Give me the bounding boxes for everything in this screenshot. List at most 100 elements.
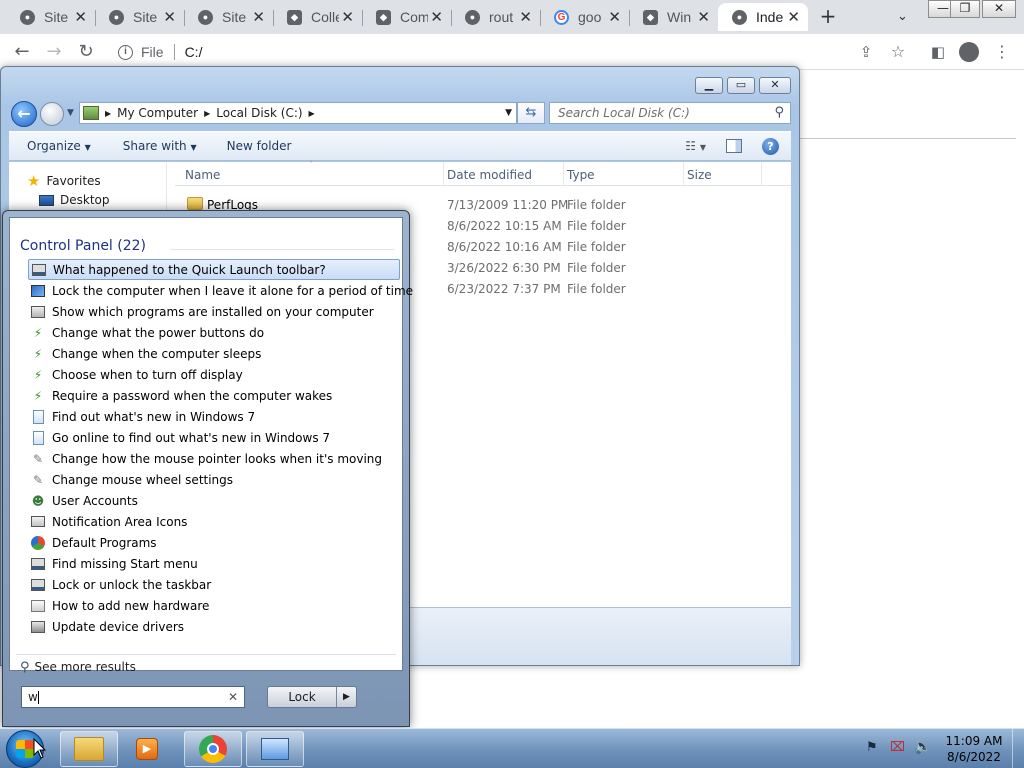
close-browser-button[interactable]: ✕ [982, 0, 1016, 18]
search-result[interactable]: ⚡ Change what the power buttons do [28, 322, 400, 343]
search-result-label: How to add new hardware [52, 598, 210, 613]
recent-pages-chevron-icon[interactable]: ▼ [67, 108, 74, 118]
column-name[interactable]: Name [185, 168, 220, 182]
lock-button[interactable]: Lock ▶ [267, 686, 357, 708]
column-size[interactable]: Size [687, 168, 712, 182]
back-arrow-icon[interactable]: ← [10, 40, 34, 64]
lock-options-arrow-icon[interactable]: ▶ [336, 687, 356, 707]
share-icon[interactable]: ⇪ [854, 40, 878, 64]
address-bar[interactable]: i File C:/ [108, 38, 844, 66]
close-tab-icon[interactable]: ✕ [430, 8, 443, 26]
search-result[interactable]: Update device drivers [28, 616, 400, 637]
profile-avatar-icon[interactable] [957, 40, 981, 64]
clock-date: 8/6/2022 [947, 750, 1001, 764]
mouse-icon: ✎ [32, 472, 44, 487]
side-panel-icon[interactable]: ◧ [926, 40, 950, 64]
taskbar-file-explorer[interactable] [60, 731, 118, 767]
column-date-modified[interactable]: Date modified [447, 168, 532, 182]
close-tab-icon[interactable]: ✕ [252, 8, 265, 26]
action-center-flag-icon[interactable]: ⚑ [866, 740, 878, 755]
search-result[interactable]: ⚡ Change when the computer sleeps [28, 343, 400, 364]
close-tab-icon[interactable]: ✕ [697, 8, 710, 26]
close-tab-icon[interactable]: ✕ [787, 8, 800, 26]
new-tab-button[interactable]: + [818, 6, 838, 26]
see-more-results-link[interactable]: ⚲ See more results [20, 658, 136, 676]
forward-button-icon[interactable] [40, 102, 64, 126]
close-tab-icon[interactable]: ✕ [163, 8, 176, 26]
browser-tab[interactable]: G goo ✕ [540, 3, 630, 31]
browser-tab[interactable]: ◆ Com ✕ [362, 3, 452, 31]
view-options-icon[interactable]: ☷ ▼ [685, 139, 706, 153]
search-result-label: Change when the computer sleeps [52, 346, 262, 361]
file-type: File folder [567, 282, 626, 296]
close-tab-icon[interactable]: ✕ [519, 8, 532, 26]
new-folder-button[interactable]: New folder [227, 139, 292, 153]
close-tab-icon[interactable]: ✕ [74, 8, 87, 26]
minimize-window-button[interactable]: ▁ [695, 77, 723, 94]
volume-icon[interactable]: 🔈 [914, 739, 931, 755]
browser-tab[interactable]: ● Site ✕ [184, 3, 274, 31]
search-result[interactable]: Show which programs are installed on you… [28, 301, 400, 322]
browser-tab-active[interactable]: ● Inde ✕ [718, 3, 808, 31]
search-result-label: Change mouse wheel settings [52, 472, 234, 487]
search-result[interactable]: Go online to find out what's new in Wind… [28, 427, 400, 448]
search-result[interactable]: Notification Area Icons [28, 511, 400, 532]
share-with-button[interactable]: Share with ▼ [123, 139, 197, 153]
search-result[interactable]: What happened to the Quick Launch toolba… [28, 259, 400, 280]
globe-icon: ● [732, 9, 747, 25]
search-result[interactable]: ☻ User Accounts [28, 490, 400, 511]
browser-tab[interactable]: ● Site ✕ [6, 3, 96, 31]
help-icon[interactable]: ? [762, 137, 779, 155]
browser-tab[interactable]: ◆ Colle ✕ [273, 3, 363, 31]
refresh-icon[interactable]: ⇆ [517, 102, 545, 124]
organize-label: Organize [27, 139, 81, 153]
search-result[interactable]: Default Programs [28, 532, 400, 553]
file-date: 7/13/2009 11:20 PM [447, 198, 569, 212]
column-type[interactable]: Type [567, 168, 595, 182]
close-tab-icon[interactable]: ✕ [608, 8, 621, 26]
browser-tab[interactable]: ● Site ✕ [95, 3, 185, 31]
forward-arrow-icon[interactable]: → [42, 40, 66, 64]
close-tab-icon[interactable]: ✕ [341, 8, 354, 26]
taskbar-media-player[interactable]: ▶ [130, 735, 164, 763]
taskbar-chrome[interactable] [184, 731, 242, 767]
clear-search-icon[interactable]: ✕ [228, 687, 238, 707]
search-result-label: Default Programs [52, 535, 157, 550]
start-search-input[interactable]: w ✕ [21, 686, 245, 708]
search-result[interactable]: Lock the computer when I leave it alone … [28, 280, 413, 301]
search-result[interactable]: ⚡ Choose when to turn off display [28, 364, 400, 385]
breadcrumb-my-computer[interactable]: My Computer [117, 106, 198, 120]
explorer-search-input[interactable]: Search Local Disk (C:) ⚲ [549, 102, 791, 124]
search-result[interactable]: Find out what's new in Windows 7 [28, 406, 400, 427]
system-clock[interactable]: 11:09 AM 8/6/2022 [944, 733, 1004, 765]
search-result[interactable]: ⚡ Require a password when the computer w… [28, 385, 400, 406]
network-disconnected-icon[interactable]: ⌧ [890, 740, 905, 755]
bookmark-star-icon[interactable]: ☆ [886, 40, 910, 64]
breadcrumb-local-disk[interactable]: Local Disk (C:) [216, 106, 302, 120]
search-result[interactable]: ✎ Change mouse wheel settings [28, 469, 400, 490]
nav-desktop[interactable]: Desktop [39, 193, 110, 207]
tab-search-chevron-icon[interactable]: ⌄ [897, 9, 908, 24]
back-button-icon[interactable]: ← [11, 101, 37, 127]
search-result[interactable]: Lock or unlock the taskbar [28, 574, 400, 595]
search-result-label: User Accounts [52, 493, 138, 508]
restore-browser-button[interactable]: ❐ [950, 0, 980, 18]
reload-icon[interactable]: ↻ [74, 40, 98, 64]
close-window-button[interactable]: ✕ [759, 77, 791, 94]
browser-tab[interactable]: ◆ Win ✕ [629, 3, 718, 31]
search-result[interactable]: ✎ Change how the mouse pointer looks whe… [28, 448, 400, 469]
menu-kebab-icon[interactable]: ⋮ [990, 40, 1014, 64]
organize-button[interactable]: Organize ▼ [27, 139, 91, 153]
nav-favorites[interactable]: ★ Favorites [27, 172, 101, 190]
explorer-address-bar[interactable]: ▶ My Computer ▶ Local Disk (C:) ▶ ▼ [79, 102, 517, 124]
address-dropdown-icon[interactable]: ▼ [505, 108, 512, 118]
search-result[interactable]: Find missing Start menu [28, 553, 400, 574]
taskbar-control-panel[interactable] [246, 731, 304, 767]
browser-tab[interactable]: ● rout ✕ [451, 3, 541, 31]
maximize-window-button[interactable]: ▭ [727, 77, 755, 94]
show-desktop-button[interactable] [1012, 729, 1024, 768]
search-icon[interactable]: ⚲ [774, 103, 784, 123]
preview-pane-icon[interactable] [726, 139, 742, 153]
search-result[interactable]: How to add new hardware [28, 595, 400, 616]
info-icon[interactable]: i [118, 44, 133, 60]
